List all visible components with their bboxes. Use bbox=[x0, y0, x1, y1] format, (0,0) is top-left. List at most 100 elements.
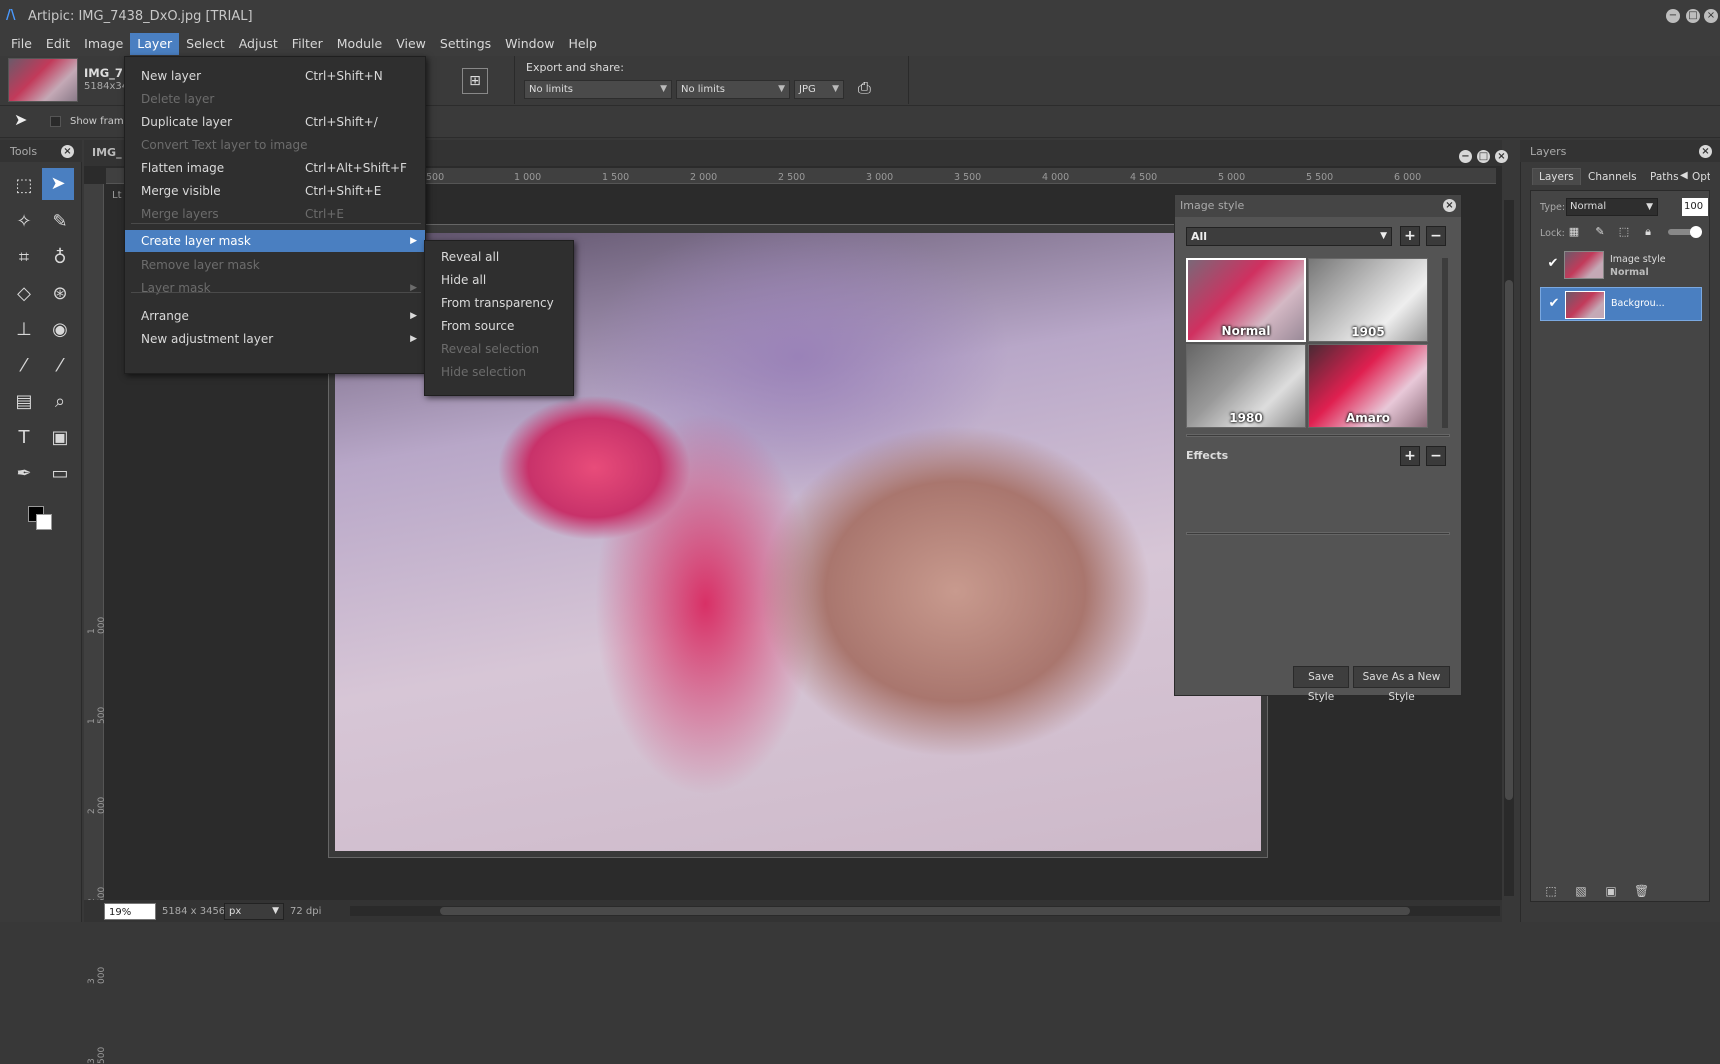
style-thumb-1980[interactable]: 1980 bbox=[1186, 344, 1306, 428]
style-thumb-1905[interactable]: 1905 bbox=[1308, 258, 1428, 342]
style-thumbs-scrollbar[interactable] bbox=[1442, 258, 1448, 428]
eye-icon[interactable]: ◉ bbox=[44, 314, 76, 346]
export-size-select-1[interactable]: No limits ▼ bbox=[524, 80, 672, 99]
layer-menu-item[interactable]: New adjustment layer ▶ bbox=[125, 328, 425, 350]
doc-close-icon[interactable]: × bbox=[1495, 150, 1508, 163]
style-filter-select[interactable]: All ▼ bbox=[1186, 227, 1392, 246]
brush-icon[interactable]: ✎ bbox=[44, 206, 76, 238]
doc-minimize-icon[interactable]: − bbox=[1459, 150, 1472, 163]
ruler-tick: 1 000 bbox=[87, 616, 107, 634]
menu-layer[interactable]: Layer bbox=[130, 33, 180, 55]
menu-view[interactable]: View bbox=[389, 33, 433, 55]
layer-mask-submenu: Reveal all Hide all From transparency From … bbox=[424, 240, 574, 396]
pen-icon[interactable]: ✒ bbox=[8, 458, 40, 490]
trash-icon[interactable]: 🗑︎ bbox=[1634, 884, 1649, 898]
shape-icon[interactable]: ▭ bbox=[44, 458, 76, 490]
visibility-check-icon[interactable]: ✔ bbox=[1546, 257, 1560, 271]
layer-menu-item[interactable]: Arrange ▶ bbox=[125, 305, 425, 327]
lock-all-icon[interactable]: 🔒︎ bbox=[1642, 226, 1654, 238]
style-filter-value: All bbox=[1191, 230, 1208, 243]
magic-wand-icon[interactable]: ✧ bbox=[8, 206, 40, 238]
tab-channels[interactable]: Channels bbox=[1588, 171, 1637, 183]
lock-position-icon[interactable]: ⬚ bbox=[1618, 226, 1630, 238]
menu-image[interactable]: Image bbox=[77, 33, 130, 55]
share-icon[interactable]: ⎙ bbox=[858, 78, 886, 100]
close-tools-icon[interactable]: × bbox=[61, 145, 74, 158]
layer-menu-item[interactable]: New layer Ctrl+Shift+N bbox=[125, 65, 425, 87]
opacity-input[interactable]: 100 bbox=[1682, 198, 1708, 216]
show-frame-checkbox[interactable] bbox=[50, 116, 61, 127]
layer-row-background[interactable]: ✔ Backgrou... bbox=[1540, 287, 1702, 321]
zoom-icon[interactable]: ⌕ bbox=[44, 386, 76, 418]
new-selection-layer-icon[interactable]: ⬚ bbox=[1544, 884, 1558, 898]
remove-effect-button[interactable]: − bbox=[1426, 446, 1446, 466]
submenu-item[interactable]: From transparency bbox=[425, 291, 573, 315]
layer-row-image-style[interactable]: ✔ Image style Normal bbox=[1540, 248, 1702, 282]
lock-toggle-knob[interactable] bbox=[1690, 226, 1702, 238]
visibility-check-icon[interactable]: ✔ bbox=[1547, 297, 1561, 311]
menu-filter[interactable]: Filter bbox=[285, 33, 330, 55]
submenu-item[interactable]: Hide all bbox=[425, 268, 573, 292]
scan-icon[interactable]: ▤ bbox=[8, 386, 40, 418]
layer-menu-item[interactable]: Merge visible Ctrl+Shift+E bbox=[125, 180, 425, 202]
export-format-select[interactable]: JPG ▼ bbox=[794, 80, 844, 99]
layer-menu-item[interactable]: Duplicate layer Ctrl+Shift+/ bbox=[125, 111, 425, 133]
add-style-button[interactable]: + bbox=[1400, 226, 1420, 246]
tab-options[interactable]: Opt bbox=[1692, 171, 1710, 183]
eyedropper-icon[interactable]: ⁄ bbox=[8, 350, 40, 382]
save-new-style-button[interactable]: Save As a New Style bbox=[1353, 666, 1450, 703]
close-image-style-icon[interactable]: × bbox=[1443, 199, 1456, 212]
new-layer-icon[interactable]: ▧ bbox=[1574, 884, 1588, 898]
mask-icon[interactable]: ▣ bbox=[1604, 884, 1618, 898]
menu-window[interactable]: Window bbox=[498, 33, 561, 55]
zoom-input[interactable]: 19% bbox=[104, 903, 156, 920]
menu-select[interactable]: Select bbox=[179, 33, 232, 55]
minimize-button[interactable]: − bbox=[1666, 9, 1680, 23]
window-title: Artipic: IMG_7438_DxO.jpg [TRIAL] bbox=[28, 8, 253, 24]
menu-file[interactable]: File bbox=[4, 33, 39, 55]
lock-transparency-icon[interactable]: ▦ bbox=[1568, 226, 1580, 238]
submenu-item[interactable]: From source bbox=[425, 314, 573, 338]
gradient-icon[interactable]: ▣ bbox=[44, 422, 76, 454]
menu-module[interactable]: Module bbox=[330, 33, 389, 55]
menu-edit[interactable]: Edit bbox=[39, 33, 77, 55]
maximize-button[interactable]: □ bbox=[1686, 9, 1700, 23]
lock-paint-icon[interactable]: ✎ bbox=[1594, 226, 1606, 238]
submenu-item[interactable]: Reveal all bbox=[425, 245, 573, 269]
crop-icon[interactable]: ⌗ bbox=[8, 242, 40, 274]
tab-scroll-left-icon[interactable]: ◀ bbox=[1680, 170, 1688, 181]
add-effect-button[interactable]: + bbox=[1400, 446, 1420, 466]
eraser-icon[interactable]: ◇ bbox=[8, 278, 40, 310]
background-color-swatch[interactable] bbox=[36, 514, 52, 530]
tab-paths[interactable]: Paths bbox=[1650, 171, 1679, 183]
tab-layers[interactable]: Layers bbox=[1532, 168, 1581, 185]
transform-icon[interactable]: ⊞ bbox=[462, 68, 488, 94]
color-picker-icon[interactable]: ⁄ bbox=[44, 350, 76, 382]
menu-adjust[interactable]: Adjust bbox=[232, 33, 285, 55]
layer-menu-item[interactable]: Flatten image Ctrl+Alt+Shift+F bbox=[125, 157, 425, 179]
layer-menu-item[interactable]: Create layer mask ▶ bbox=[125, 230, 425, 252]
style-thumb-normal[interactable]: Normal bbox=[1186, 258, 1306, 342]
menu-settings[interactable]: Settings bbox=[433, 33, 498, 55]
stamp-icon[interactable]: ⊥ bbox=[8, 314, 40, 346]
remove-style-button[interactable]: − bbox=[1426, 226, 1446, 246]
close-layers-icon[interactable]: × bbox=[1699, 145, 1712, 158]
style-thumb-amaro[interactable]: Amaro bbox=[1308, 344, 1428, 428]
vertical-scroll-thumb[interactable] bbox=[1505, 280, 1513, 800]
blend-type-select[interactable]: Normal ▼ bbox=[1566, 198, 1658, 216]
move-tool-icon[interactable]: ➤ bbox=[42, 168, 74, 200]
menu-item-label: Layer mask bbox=[141, 281, 211, 295]
heal-icon[interactable]: ⊛ bbox=[44, 278, 76, 310]
doc-restore-icon[interactable]: □ bbox=[1477, 150, 1490, 163]
close-button[interactable]: × bbox=[1704, 9, 1718, 23]
image-thumbnail[interactable] bbox=[8, 58, 78, 102]
horizontal-scroll-thumb[interactable] bbox=[440, 907, 1410, 915]
document-tab[interactable]: IMG_ bbox=[92, 146, 122, 159]
export-size-select-2[interactable]: No limits ▼ bbox=[676, 80, 790, 99]
drop-icon[interactable]: ♁ bbox=[44, 242, 76, 274]
save-style-button[interactable]: Save Style bbox=[1293, 666, 1349, 703]
marquee-tool-icon[interactable]: ⬚ bbox=[8, 170, 40, 202]
menu-help[interactable]: Help bbox=[561, 33, 604, 55]
unit-select[interactable]: px ▼ bbox=[224, 903, 284, 920]
text-tool-icon[interactable]: T bbox=[8, 422, 40, 454]
